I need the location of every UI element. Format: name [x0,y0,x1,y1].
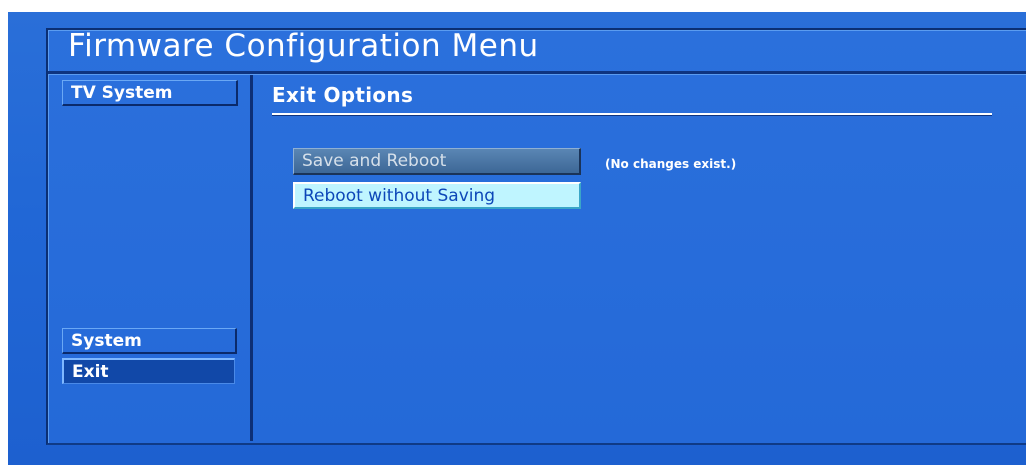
status-message: (No changes exist.) [605,157,737,171]
sidebar: TV System System Exit [48,75,253,441]
sidebar-item-tv-system[interactable]: TV System [62,80,238,106]
menu-title: Firmware Configuration Menu [68,28,539,64]
sidebar-item-exit[interactable]: Exit [62,358,235,384]
sidebar-item-system[interactable]: System [62,328,237,354]
section-title: Exit Options [272,83,414,107]
firmware-menu-window: Firmware Configuration Menu TV System Sy… [46,28,1026,445]
main-panel: Exit Options Save and Reboot (No changes… [253,75,1026,441]
section-divider [272,113,992,115]
save-and-reboot-button[interactable]: Save and Reboot [293,148,581,175]
reboot-without-saving-button[interactable]: Reboot without Saving [293,182,581,209]
tv-screen: Firmware Configuration Menu TV System Sy… [8,12,1026,465]
